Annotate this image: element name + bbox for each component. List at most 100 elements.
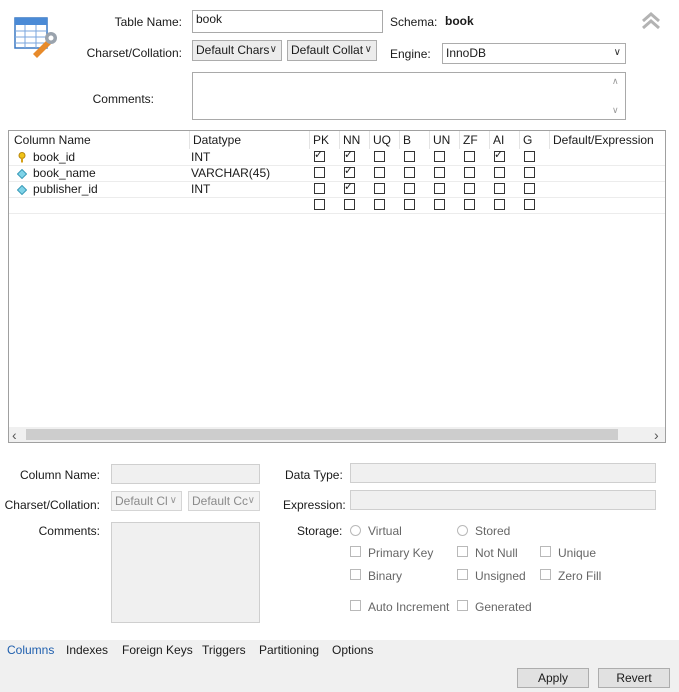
table-row[interactable]: book_id INT ✓ ✓ ✓ [9, 149, 665, 166]
generated-label: Generated [475, 600, 532, 614]
header-default-expression[interactable]: Default/Expression [553, 133, 654, 147]
chevron-down-icon: ∨ [269, 44, 277, 55]
b-checkbox[interactable] [404, 183, 415, 194]
comments-scroll-up-icon[interactable]: ∧ [612, 76, 619, 87]
pk-checkbox[interactable] [314, 167, 325, 178]
column-name-input[interactable] [111, 464, 260, 484]
uq-checkbox[interactable] [374, 151, 385, 162]
g-checkbox[interactable] [524, 183, 535, 194]
table-name-input[interactable]: book [192, 10, 383, 33]
virtual-label: Virtual [368, 524, 402, 538]
ai-checkbox[interactable] [494, 167, 505, 178]
table-row[interactable]: publisher_id INT ✓ [9, 181, 665, 198]
binary-label: Binary [368, 569, 403, 583]
ai-checkbox[interactable] [494, 199, 505, 210]
charset-select[interactable]: Default Chars ∨ [192, 40, 282, 61]
table-editor-icon [13, 14, 59, 60]
columns-grid[interactable]: Column Name Datatype PK NN UQ B UN ZF AI… [8, 130, 666, 443]
ai-checkbox[interactable]: ✓ [494, 149, 505, 162]
expression-input[interactable] [350, 490, 656, 510]
uq-checkbox[interactable] [374, 183, 385, 194]
unsigned-label: Unsigned [475, 569, 526, 583]
zero-fill-checkbox[interactable] [540, 569, 551, 580]
revert-button[interactable]: Revert [598, 668, 670, 688]
tab-triggers[interactable]: Triggers [202, 643, 246, 657]
binary-checkbox[interactable] [350, 569, 361, 580]
datatype-cell[interactable]: INT [191, 182, 210, 196]
header-g[interactable]: G [523, 133, 532, 147]
nn-checkbox[interactable]: ✓ [344, 181, 355, 194]
tab-options[interactable]: Options [332, 643, 373, 657]
uq-checkbox[interactable] [374, 167, 385, 178]
uq-checkbox[interactable] [374, 199, 385, 210]
comments-textarea[interactable] [192, 72, 626, 120]
detail-collation-select[interactable]: Default Cc ∨ [188, 491, 260, 511]
header-b[interactable]: B [403, 133, 411, 147]
tab-foreign-keys[interactable]: Foreign Keys [122, 643, 193, 657]
data-type-input[interactable] [350, 463, 656, 483]
b-checkbox[interactable] [404, 167, 415, 178]
un-checkbox[interactable] [434, 183, 445, 194]
column-name-cell[interactable]: publisher_id [33, 182, 98, 196]
pk-checkbox[interactable] [314, 199, 325, 210]
tab-partitioning[interactable]: Partitioning [259, 643, 319, 657]
chevron-down-icon: ∨ [364, 44, 372, 55]
header-uq[interactable]: UQ [373, 133, 391, 147]
un-checkbox[interactable] [434, 151, 445, 162]
tab-columns[interactable]: Columns [7, 643, 54, 657]
horizontal-scrollbar[interactable]: ‹ › [9, 427, 665, 442]
tab-indexes[interactable]: Indexes [66, 643, 108, 657]
zf-checkbox[interactable] [464, 199, 475, 210]
datatype-cell[interactable]: VARCHAR(45) [191, 166, 270, 180]
un-checkbox[interactable] [434, 167, 445, 178]
ai-checkbox[interactable] [494, 183, 505, 194]
pk-checkbox[interactable] [314, 183, 325, 194]
header-un[interactable]: UN [433, 133, 450, 147]
header-nn[interactable]: NN [343, 133, 360, 147]
zf-checkbox[interactable] [464, 167, 475, 178]
header-datatype[interactable]: Datatype [193, 133, 241, 147]
comments-scroll-down-icon[interactable]: ∨ [612, 105, 619, 116]
primary-key-checkbox[interactable] [350, 546, 361, 557]
unique-checkbox[interactable] [540, 546, 551, 557]
auto-increment-checkbox[interactable] [350, 600, 361, 611]
nn-checkbox[interactable]: ✓ [344, 149, 355, 162]
checkmark-icon: ✓ [314, 149, 324, 161]
b-checkbox[interactable] [404, 199, 415, 210]
scroll-right-icon[interactable]: › [654, 427, 659, 442]
header-ai[interactable]: AI [493, 133, 504, 147]
header-zf[interactable]: ZF [463, 133, 478, 147]
scrollbar-thumb[interactable] [26, 429, 618, 440]
nn-checkbox[interactable]: ✓ [344, 165, 355, 178]
engine-select[interactable]: InnoDB ∨ [442, 43, 626, 64]
nn-checkbox[interactable] [344, 199, 355, 210]
b-checkbox[interactable] [404, 151, 415, 162]
virtual-radio[interactable] [350, 525, 361, 536]
collapse-chevron-icon[interactable] [640, 10, 662, 32]
un-checkbox[interactable] [434, 199, 445, 210]
header-column-name[interactable]: Column Name [14, 133, 91, 147]
header-pk[interactable]: PK [313, 133, 329, 147]
not-null-label: Not Null [475, 546, 518, 560]
collation-select[interactable]: Default Collat ∨ [287, 40, 377, 61]
column-name-cell[interactable]: book_name [33, 166, 96, 180]
g-checkbox[interactable] [524, 167, 535, 178]
g-checkbox[interactable] [524, 151, 535, 162]
zf-checkbox[interactable] [464, 151, 475, 162]
not-null-checkbox[interactable] [457, 546, 468, 557]
apply-button[interactable]: Apply [517, 668, 589, 688]
table-row[interactable]: book_name VARCHAR(45) ✓ [9, 165, 665, 182]
unsigned-checkbox[interactable] [457, 569, 468, 580]
column-name-cell[interactable]: book_id [33, 150, 75, 164]
checkmark-icon: ✓ [344, 181, 354, 193]
datatype-cell[interactable]: INT [191, 150, 210, 164]
pk-checkbox[interactable]: ✓ [314, 149, 325, 162]
stored-radio[interactable] [457, 525, 468, 536]
zf-checkbox[interactable] [464, 183, 475, 194]
detail-charset-select[interactable]: Default Cl ∨ [111, 491, 182, 511]
table-row[interactable] [9, 197, 665, 214]
generated-checkbox[interactable] [457, 600, 468, 611]
scroll-left-icon[interactable]: ‹ [12, 427, 17, 442]
detail-comments-textarea[interactable] [111, 522, 260, 623]
g-checkbox[interactable] [524, 199, 535, 210]
